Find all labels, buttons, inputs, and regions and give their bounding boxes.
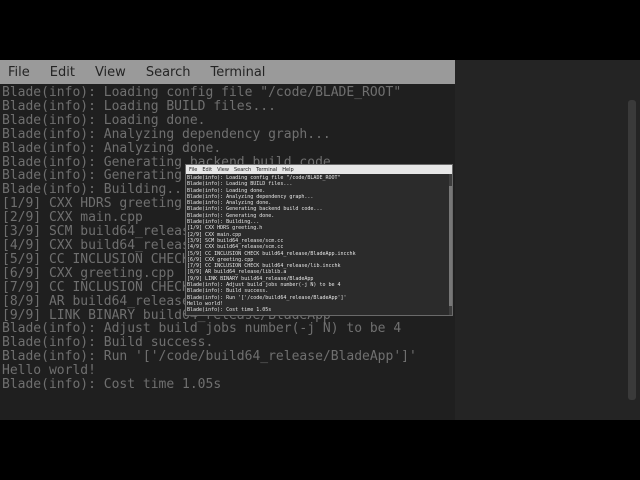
menu-terminal[interactable]: Terminal xyxy=(256,167,277,173)
background-right-panel xyxy=(455,60,640,420)
terminal-window[interactable]: File Edit View Search Terminal Help Blad… xyxy=(185,164,453,316)
terminal-scroll-thumb[interactable] xyxy=(449,186,452,306)
menu-view[interactable]: View xyxy=(217,167,229,173)
menu-help[interactable]: Help xyxy=(282,167,293,173)
menu-file[interactable]: File xyxy=(189,167,197,173)
terminal-output[interactable]: Blade(info): Loading config file "/code/… xyxy=(186,174,449,315)
menu-search[interactable]: Search xyxy=(234,167,251,173)
terminal-menubar: File Edit View Search Terminal Help xyxy=(186,165,452,174)
terminal-line: Blade(info): Cost time 1.05s xyxy=(187,307,272,314)
background-scrollbar xyxy=(628,100,636,400)
menu-edit[interactable]: Edit xyxy=(202,167,212,173)
terminal-scrollbar[interactable] xyxy=(449,174,452,315)
